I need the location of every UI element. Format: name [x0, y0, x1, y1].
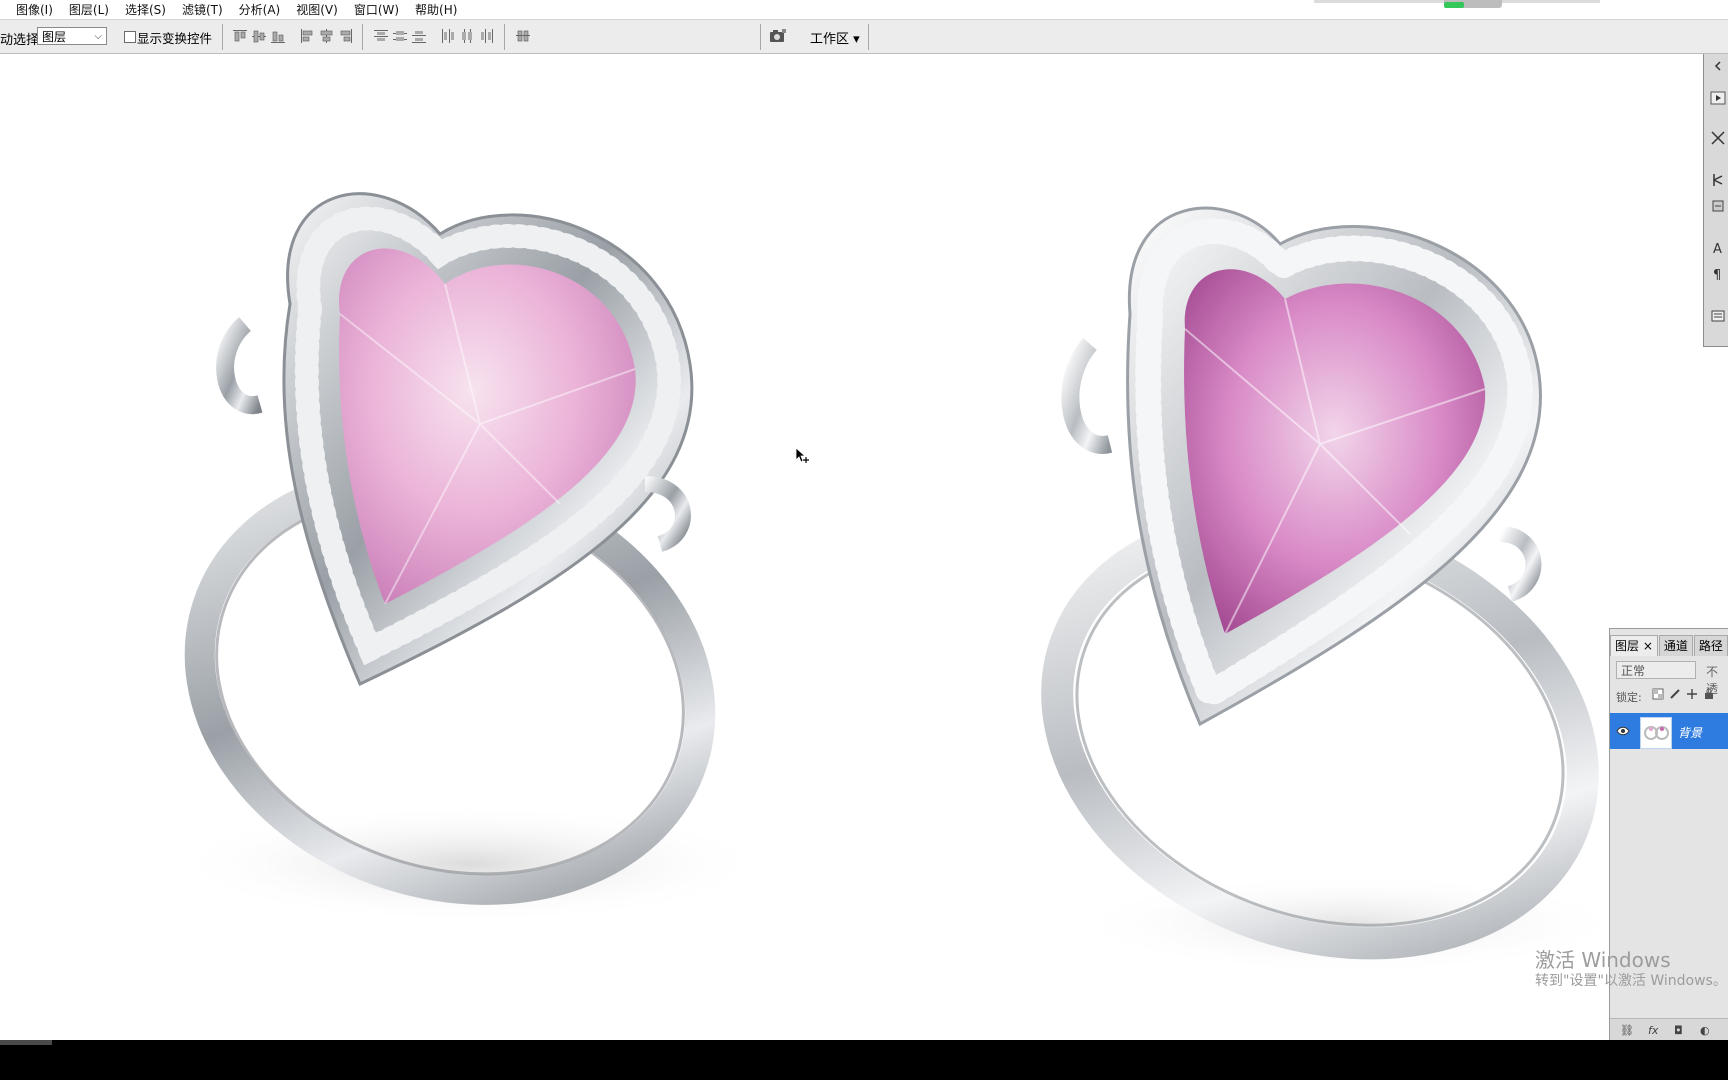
svg-text:¶: ¶	[1713, 268, 1721, 282]
lock-position-icon[interactable]	[1686, 688, 1698, 700]
lock-transparency-icon[interactable]	[1652, 688, 1664, 700]
document-canvas[interactable]	[0, 54, 1700, 1040]
paragraph-icon[interactable]: ¶	[1710, 266, 1726, 283]
eye-icon[interactable]	[1616, 725, 1630, 737]
activation-watermark-title: 激活 Windows	[1535, 948, 1671, 972]
separator	[362, 24, 363, 50]
menu-window[interactable]: 窗口(W)	[354, 1, 405, 18]
ring-image-retouched	[1041, 206, 1630, 974]
svg-text:A: A	[1713, 242, 1722, 256]
menu-select[interactable]: 选择(S)	[125, 1, 172, 18]
show-transform-label: 显示变换控件	[137, 31, 213, 46]
tab-layers[interactable]: 图层 ×	[1610, 635, 1658, 656]
show-transform-checkbox[interactable]	[124, 31, 136, 43]
menu-view[interactable]: 视图(V)	[296, 1, 344, 18]
status-strip	[0, 1040, 52, 1045]
collapse-arrow-icon[interactable]	[1710, 58, 1726, 74]
taskbar	[0, 1040, 1728, 1080]
layer-comps-icon[interactable]	[1710, 308, 1726, 324]
workspace-menu[interactable]: 工作区 ▾	[810, 28, 860, 47]
auto-select-dropdown[interactable]: 图层 ⌵	[37, 27, 107, 45]
fx-icon[interactable]: fx	[1648, 1024, 1658, 1037]
menu-analysis[interactable]: 分析(A)	[239, 1, 287, 18]
tool-presets-icon[interactable]	[1710, 130, 1726, 146]
menu-image[interactable]: 图像(I)	[16, 1, 59, 18]
menu-filter[interactable]: 滤镜(T)	[182, 1, 229, 18]
title-progress-indicator	[1314, 0, 1600, 8]
distribute-hcenter-icon[interactable]	[459, 28, 475, 44]
lock-pixels-icon[interactable]	[1669, 688, 1681, 700]
layer-name[interactable]: 背景	[1678, 724, 1702, 741]
separator	[760, 24, 761, 50]
menu-help[interactable]: 帮助(H)	[415, 1, 463, 18]
distribute-top-icon[interactable]	[373, 28, 389, 44]
align-vcenter-icon[interactable]	[251, 28, 267, 44]
distribute-vcenter-icon[interactable]	[392, 28, 408, 44]
separator	[504, 24, 505, 50]
menu-layer[interactable]: 图层(L)	[69, 1, 115, 18]
auto-select-value: 图层	[42, 30, 67, 44]
adjustment-icon[interactable]: ◐	[1700, 1024, 1710, 1037]
link-icon[interactable]: ⛓	[1620, 1024, 1634, 1037]
character-icon[interactable]: A	[1710, 240, 1726, 257]
auto-align-icon[interactable]	[515, 28, 531, 44]
distribute-bottom-icon[interactable]	[411, 28, 427, 44]
ring-image-original	[170, 192, 770, 924]
blend-mode-value: 正常	[1621, 664, 1646, 678]
panel-dock-strip: A ¶	[1703, 54, 1728, 347]
clone-source-icon[interactable]	[1710, 172, 1726, 188]
mask-icon[interactable]: ◘	[1674, 1024, 1683, 1037]
chevron-down-icon: ⌵	[94, 31, 102, 42]
align-left-icon[interactable]	[299, 28, 315, 44]
lock-label: 锁定:	[1616, 691, 1642, 704]
layers-panel-footer: ⛓ fx ◘ ◐	[1610, 1018, 1728, 1041]
separator	[868, 24, 869, 50]
brushes-icon[interactable]	[1710, 198, 1726, 214]
options-bar: 动选择: 图层 ⌵ 显示变换控件 工作区 ▾	[0, 20, 1728, 54]
progress-fill	[1444, 2, 1464, 8]
align-right-icon[interactable]	[337, 28, 353, 44]
tab-paths[interactable]: 路径	[1693, 635, 1728, 656]
align-top-icon[interactable]	[232, 28, 248, 44]
distribute-right-icon[interactable]	[478, 28, 494, 44]
lock-all-icon[interactable]	[1703, 688, 1715, 700]
layer-thumbnail	[1640, 717, 1672, 749]
align-hcenter-icon[interactable]	[318, 28, 334, 44]
move-cursor-icon	[795, 447, 811, 465]
separator	[222, 24, 223, 50]
activation-watermark-subtitle: 转到"设置"以激活 Windows。	[1535, 973, 1727, 989]
distribute-left-icon[interactable]	[440, 28, 456, 44]
blend-mode-dropdown[interactable]: 正常	[1616, 661, 1696, 679]
tab-channels[interactable]: 通道	[1658, 635, 1693, 656]
layers-panel-tabs: 图层 × 通道 路径	[1610, 635, 1728, 656]
screen-mode-icon[interactable]	[768, 27, 788, 45]
align-bottom-icon[interactable]	[270, 28, 286, 44]
actions-play-icon[interactable]	[1710, 90, 1726, 106]
